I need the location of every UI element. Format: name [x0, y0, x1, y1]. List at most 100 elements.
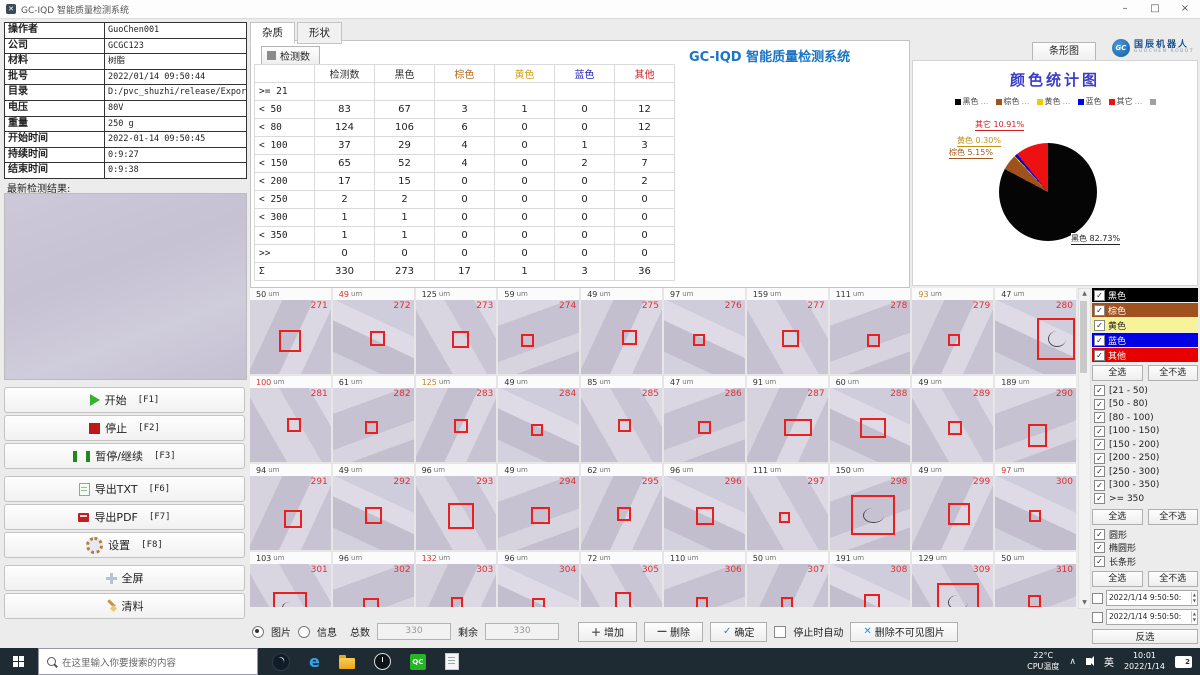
action-button-8[interactable]: 清料 [4, 593, 245, 619]
cell-image[interactable]: 288 [830, 388, 911, 462]
grid-cell[interactable]: 111um278 [830, 288, 911, 374]
grid-cell[interactable]: 49um272 [333, 288, 414, 374]
cell-image[interactable]: 294 [498, 476, 579, 550]
cell-image[interactable]: 283 [416, 388, 497, 462]
cell-image[interactable]: 290 [995, 388, 1076, 462]
cell-image[interactable]: 297 [747, 476, 828, 550]
grid-cell[interactable]: 49um284 [498, 376, 579, 462]
color-filter-蓝色[interactable]: ✓蓝色 [1092, 333, 1198, 347]
clock-datetime[interactable]: 10:01 2022/1/14 [1124, 651, 1165, 672]
cell-image[interactable]: 278 [830, 300, 911, 374]
checkbox-checked-icon[interactable]: ✓ [1094, 399, 1105, 410]
grid-cell[interactable]: 85um285 [581, 376, 662, 462]
checkbox-checked-icon[interactable]: ✓ [1094, 529, 1105, 540]
action-button-5[interactable]: 导出PDF[F7] [4, 504, 245, 530]
action-button-1[interactable]: 开始[F1] [4, 387, 245, 413]
grid-cell[interactable]: 91um287 [747, 376, 828, 462]
checkbox-checked-icon[interactable]: ✓ [1094, 335, 1105, 346]
grid-cell[interactable]: 60um288 [830, 376, 911, 462]
grid-cell[interactable]: 96um293 [416, 464, 497, 550]
grid-cell[interactable]: 159um277 [747, 288, 828, 374]
datetime-input[interactable]: 2022/1/14 9:50:50:▲▼ [1106, 609, 1198, 625]
spinner-icon[interactable]: ▲▼ [1191, 611, 1197, 623]
start-button[interactable] [0, 648, 38, 675]
scroll-thumb[interactable] [1080, 301, 1087, 373]
select-all-button[interactable]: 全选 [1092, 571, 1143, 587]
remain-input[interactable]: 330 [485, 623, 559, 640]
spinner-icon[interactable]: ▲▼ [1191, 592, 1197, 604]
grid-cell[interactable]: 191um308 [830, 552, 911, 607]
grid-cell[interactable]: 111um297 [747, 464, 828, 550]
cell-image[interactable]: 296 [664, 476, 745, 550]
spin-down-icon[interactable]: ▼ [1193, 617, 1196, 623]
cell-image[interactable]: 281 [250, 388, 331, 462]
cell-image[interactable]: 282 [333, 388, 414, 462]
checkbox-checked-icon[interactable]: ✓ [1094, 466, 1105, 477]
checkbox-checked-icon[interactable]: ✓ [1094, 290, 1105, 301]
grid-cell[interactable]: 59um274 [498, 288, 579, 374]
maximize-button[interactable]: □ [1140, 0, 1170, 18]
grid-cell[interactable]: 125um283 [416, 376, 497, 462]
cell-image[interactable]: 308 [830, 564, 911, 607]
cell-image[interactable]: 285 [581, 388, 662, 462]
action-button-6[interactable]: 设置[F8] [4, 532, 245, 558]
range-filter[interactable]: ✓[200 - 250) [1092, 452, 1198, 466]
select-all-button[interactable]: 全选 [1092, 509, 1143, 525]
shape-filter-长条形[interactable]: ✓长条形 [1092, 555, 1198, 569]
cell-image[interactable]: 302 [333, 564, 414, 607]
color-filter-黄色[interactable]: ✓黄色 [1092, 318, 1198, 332]
cell-image[interactable]: 280 [995, 300, 1076, 374]
shape-filter-椭圆形[interactable]: ✓椭圆形 [1092, 541, 1198, 555]
checkbox-checked-icon[interactable]: ✓ [1094, 480, 1105, 491]
grid-cell[interactable]: 50um310 [995, 552, 1076, 607]
grid-cell[interactable]: 150um298 [830, 464, 911, 550]
cell-image[interactable]: 309 [912, 564, 993, 607]
action-button-3[interactable]: 暂停/继续[F3] [4, 443, 245, 469]
grid-cell[interactable]: 96um302 [333, 552, 414, 607]
grid-cell[interactable]: 50um271 [250, 288, 331, 374]
grid-cell[interactable]: 47um286 [664, 376, 745, 462]
checkbox-checked-icon[interactable]: ✓ [1094, 412, 1105, 423]
delete-button[interactable]: — 删除 [644, 622, 703, 642]
grid-cell[interactable]: 49um299 [912, 464, 993, 550]
radio-info[interactable] [298, 626, 310, 638]
action-button-7[interactable]: 全屏 [4, 565, 245, 591]
range-filter[interactable]: ✓[250 - 300) [1092, 465, 1198, 479]
checkbox-checked-icon[interactable]: ✓ [1094, 453, 1105, 464]
shape-filter-圆形[interactable]: ✓圆形 [1092, 528, 1198, 542]
cell-image[interactable]: 291 [250, 476, 331, 550]
cell-image[interactable]: 292 [333, 476, 414, 550]
invert-selection-button[interactable]: 反选 [1092, 629, 1198, 644]
cell-image[interactable]: 286 [664, 388, 745, 462]
cell-image[interactable]: 301 [250, 564, 331, 607]
grid-cell[interactable]: 96um296 [664, 464, 745, 550]
scroll-down-icon[interactable]: ▼ [1079, 598, 1090, 608]
grid-cell[interactable]: 72um305 [581, 552, 662, 607]
cell-image[interactable]: 300 [995, 476, 1076, 550]
range-filter[interactable]: ✓[50 - 80) [1092, 398, 1198, 412]
grid-cell[interactable]: 49um289 [912, 376, 993, 462]
cell-image[interactable]: 299 [912, 476, 993, 550]
taskbar-search-input[interactable]: 在这里输入你要搜索的内容 [38, 648, 258, 675]
cell-image[interactable]: 289 [912, 388, 993, 462]
grid-cell[interactable]: 132um303 [416, 552, 497, 607]
cell-image[interactable]: 273 [416, 300, 497, 374]
cell-image[interactable]: 271 [250, 300, 331, 374]
range-filter[interactable]: ✓[150 - 200) [1092, 438, 1198, 452]
cell-image[interactable]: 295 [581, 476, 662, 550]
grid-cell[interactable]: 61um282 [333, 376, 414, 462]
checkbox-checked-icon[interactable]: ✓ [1094, 305, 1105, 316]
cell-image[interactable]: 304 [498, 564, 579, 607]
grid-cell[interactable]: 100um281 [250, 376, 331, 462]
edge-icon[interactable]: e [309, 654, 320, 670]
checkbox-checked-icon[interactable]: ✓ [1094, 556, 1105, 567]
add-button[interactable]: ＋ 增加 [578, 622, 637, 642]
range-filter[interactable]: ✓[80 - 100) [1092, 411, 1198, 425]
volume-icon[interactable] [1086, 658, 1091, 665]
weather-icon[interactable] [272, 653, 290, 671]
tab-1[interactable]: 杂质 [250, 22, 295, 44]
grid-scrollbar[interactable]: ▲ ▼ [1078, 288, 1091, 609]
checkbox-checked-icon[interactable]: ✓ [1094, 350, 1105, 361]
range-filter[interactable]: ✓[300 - 350) [1092, 479, 1198, 493]
checkbox-checked-icon[interactable]: ✓ [1094, 426, 1105, 437]
